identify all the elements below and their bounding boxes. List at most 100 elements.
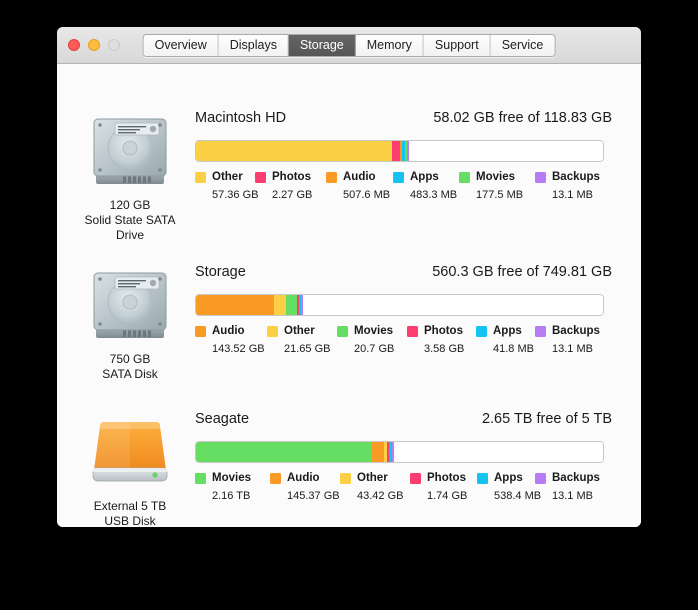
legend-item: Photos 1.74 GB bbox=[410, 472, 467, 502]
volume-detail: Storage 560.3 GB free of 749.81 GB Audio 14… bbox=[195, 264, 613, 357]
legend-value: 13.1 MB bbox=[552, 189, 593, 201]
volume-name: Seagate bbox=[195, 411, 250, 427]
device-label-line: Drive bbox=[115, 228, 144, 242]
legend-swatch-audio bbox=[195, 326, 206, 337]
legend-item: Photos 2.27 GB bbox=[255, 171, 312, 201]
device-label: 750 GB SATA Disk bbox=[65, 352, 195, 382]
volume-header: Storage 560.3 GB free of 749.81 GB bbox=[195, 264, 613, 286]
device-label: External 5 TB USB Disk bbox=[65, 499, 195, 527]
legend-item: Apps 483.3 MB bbox=[393, 171, 457, 201]
legend-item-head: Photos bbox=[410, 472, 467, 485]
tab-storage[interactable]: Storage bbox=[288, 35, 356, 56]
legend-item: Backups 13.1 MB bbox=[535, 472, 600, 502]
storage-usage-bar bbox=[195, 441, 604, 463]
legend-label: Photos bbox=[424, 324, 463, 337]
tab-service[interactable]: Service bbox=[490, 35, 555, 56]
legend-item: Movies 177.5 MB bbox=[459, 171, 523, 201]
legend-label: Movies bbox=[354, 324, 393, 337]
legend-swatch-backups bbox=[535, 172, 546, 183]
legend-item-head: Other bbox=[267, 325, 330, 338]
close-button[interactable] bbox=[68, 39, 80, 51]
volume-detail: Macintosh HD 58.02 GB free of 118.83 GB Ot… bbox=[195, 110, 613, 203]
legend-label: Photos bbox=[272, 170, 311, 183]
tab-memory[interactable]: Memory bbox=[355, 35, 424, 56]
legend-swatch-photos bbox=[255, 172, 266, 183]
legend-item-head: Apps bbox=[393, 171, 457, 184]
window-titlebar: Overview Displays Storage Memory Support Serv… bbox=[57, 27, 641, 64]
legend-swatch-photos bbox=[407, 326, 418, 337]
device-label: 120 GB Solid State SATA Drive bbox=[65, 198, 195, 243]
legend-label: Apps bbox=[493, 324, 522, 337]
bar-segment-movies bbox=[285, 295, 297, 315]
device-label-line: USB Disk bbox=[104, 514, 156, 527]
storage-legend: Other 57.36 GB Photos 2.27 GB Audio 507.6 MB A… bbox=[195, 171, 613, 203]
internal-hard-disk-icon bbox=[93, 272, 167, 338]
legend-value: 143.52 GB bbox=[212, 343, 265, 355]
legend-item-head: Apps bbox=[477, 472, 541, 485]
legend-value: 20.7 GB bbox=[354, 343, 395, 355]
legend-label: Audio bbox=[212, 324, 245, 337]
device-label-line: External 5 TB bbox=[93, 499, 167, 513]
legend-label: Other bbox=[212, 170, 243, 183]
legend-label: Movies bbox=[212, 471, 251, 484]
volume-free-space: 2.65 TB free of 5 TB bbox=[481, 411, 612, 427]
device-label-line: SATA Disk bbox=[102, 367, 158, 381]
tab-overview[interactable]: Overview bbox=[143, 35, 219, 56]
storage-usage-bar bbox=[195, 140, 604, 162]
legend-swatch-other bbox=[195, 172, 206, 183]
legend-label: Movies bbox=[476, 170, 515, 183]
tab-bar: Overview Displays Storage Memory Support Serv… bbox=[142, 34, 556, 57]
legend-value: 145.37 GB bbox=[287, 490, 340, 502]
bar-segment-free bbox=[408, 141, 603, 161]
legend-swatch-apps bbox=[477, 473, 488, 484]
legend-swatch-movies bbox=[337, 326, 348, 337]
legend-value: 2.27 GB bbox=[272, 189, 313, 201]
legend-item: Other 43.42 GB bbox=[340, 472, 403, 502]
legend-item-head: Photos bbox=[255, 171, 312, 184]
legend-item-head: Audio bbox=[270, 472, 340, 485]
legend-value: 13.1 MB bbox=[552, 490, 593, 502]
volume-detail: Seagate 2.65 TB free of 5 TB Movies 2.16 TB… bbox=[195, 411, 613, 504]
device-icon-wrap bbox=[65, 411, 195, 496]
bar-segment-free bbox=[303, 295, 603, 315]
legend-item: Audio 507.6 MB bbox=[326, 171, 390, 201]
legend-swatch-audio bbox=[326, 172, 337, 183]
legend-item-head: Backups bbox=[535, 171, 600, 184]
legend-label: Backups bbox=[552, 471, 600, 484]
bar-segment-free bbox=[393, 442, 603, 462]
tab-displays[interactable]: Displays bbox=[218, 35, 289, 56]
minimize-button[interactable] bbox=[88, 39, 100, 51]
legend-label: Other bbox=[284, 324, 315, 337]
volume-row: External 5 TB USB Disk Seagate 2.65 TB free… bbox=[57, 411, 641, 527]
volume-header: Seagate 2.65 TB free of 5 TB bbox=[195, 411, 613, 433]
volume-device-column: 120 GB Solid State SATA Drive bbox=[65, 110, 195, 243]
legend-swatch-backups bbox=[535, 473, 546, 484]
legend-item-head: Movies bbox=[195, 472, 251, 485]
about-this-mac-window: Overview Displays Storage Memory Support Serv… bbox=[57, 27, 641, 527]
legend-label: Photos bbox=[427, 471, 466, 484]
legend-item-head: Photos bbox=[407, 325, 464, 338]
legend-item: Movies 2.16 TB bbox=[195, 472, 251, 502]
legend-item: Backups 13.1 MB bbox=[535, 171, 600, 201]
bar-segment-other bbox=[196, 141, 393, 161]
legend-item-head: Audio bbox=[195, 325, 265, 338]
legend-item: Other 57.36 GB bbox=[195, 171, 258, 201]
legend-swatch-movies bbox=[459, 172, 470, 183]
device-label-line: 750 GB bbox=[109, 352, 151, 366]
tab-support[interactable]: Support bbox=[423, 35, 491, 56]
legend-value: 1.74 GB bbox=[427, 490, 468, 502]
legend-swatch-photos bbox=[410, 473, 421, 484]
device-label-line: Solid State SATA bbox=[84, 213, 176, 227]
device-label-line: 120 GB bbox=[109, 198, 151, 212]
legend-item-head: Other bbox=[340, 472, 403, 485]
legend-item-head: Other bbox=[195, 171, 258, 184]
internal-hard-disk-icon bbox=[93, 118, 167, 184]
legend-label: Apps bbox=[494, 471, 523, 484]
volume-name: Macintosh HD bbox=[195, 110, 287, 126]
legend-label: Audio bbox=[287, 471, 320, 484]
bar-segment-photos bbox=[392, 141, 401, 161]
bar-segment-other bbox=[273, 295, 286, 315]
volume-header: Macintosh HD 58.02 GB free of 118.83 GB bbox=[195, 110, 613, 132]
legend-item-head: Backups bbox=[535, 472, 600, 485]
legend-label: Apps bbox=[410, 170, 439, 183]
